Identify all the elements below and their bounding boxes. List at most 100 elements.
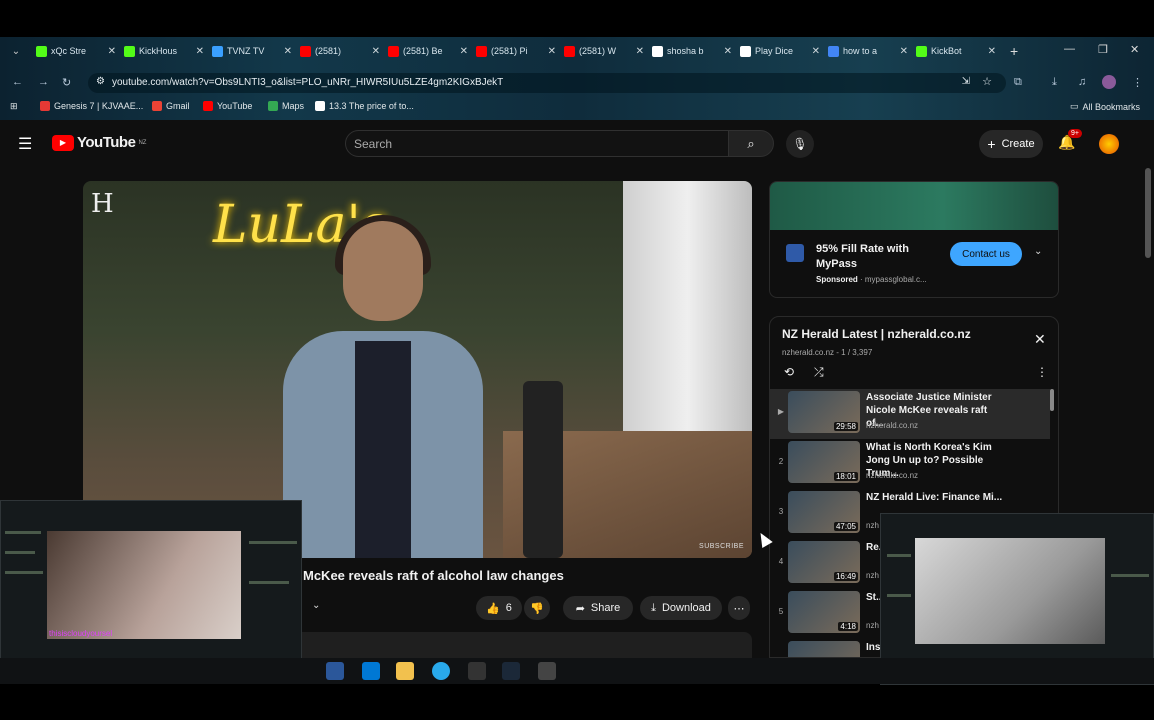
browser-tab[interactable]: how to a ✕: [824, 40, 912, 62]
playlist-item-channel: nzh: [866, 621, 879, 630]
playlist-item-channel: nzherald.co.nz: [866, 471, 919, 480]
hamburger-menu-icon[interactable]: ☰: [18, 134, 32, 154]
tab-favicon-icon: [476, 45, 487, 57]
shuffle-icon[interactable]: ⤮: [814, 365, 824, 380]
ad-expand-icon[interactable]: ⌄: [1034, 246, 1042, 257]
browser-tab[interactable]: (2581) W ✕: [560, 40, 648, 62]
bookmark-item[interactable]: Gmail: [152, 101, 190, 111]
tab-close-icon[interactable]: ✕: [548, 46, 556, 57]
taskbar-calculator-icon[interactable]: [326, 662, 344, 680]
tab-favicon-icon: [300, 45, 311, 57]
loop-icon[interactable]: ⟲: [784, 365, 794, 379]
browser-tab[interactable]: TVNZ TV ✕: [208, 40, 296, 62]
forward-icon[interactable]: →: [38, 76, 49, 88]
browser-tab[interactable]: Play Dice ✕: [736, 40, 824, 62]
tab-close-icon[interactable]: ✕: [108, 46, 116, 57]
tab-title: xQc Stre: [51, 46, 87, 56]
duration-badge: 29:58: [833, 422, 858, 431]
voice-search-button[interactable]: 🎙: [786, 130, 814, 158]
like-button[interactable]: 👍 6: [476, 596, 522, 620]
downloads-icon[interactable]: ⤓: [1052, 76, 1057, 89]
taskbar-pen-icon[interactable]: [468, 662, 486, 680]
close-window-icon[interactable]: ✕: [1130, 43, 1139, 56]
bookmark-item[interactable]: 13.3 The price of to...: [315, 101, 414, 111]
bookmark-item[interactable]: Maps: [268, 101, 304, 111]
youtube-header: ☰ ▶ YouTube NZ Search ⌕ 🎙 + Create 🔔 9+: [0, 120, 1154, 168]
bookmark-item[interactable]: YouTube: [203, 101, 252, 111]
playlist-item[interactable]: ▶ 29:58 Associate Justice Minister Nicole …: [770, 389, 1050, 439]
tab-close-icon[interactable]: ✕: [988, 46, 996, 57]
tab-search-icon[interactable]: ⌄: [0, 46, 32, 57]
tab-close-icon[interactable]: ✕: [724, 46, 732, 57]
reload-icon[interactable]: ↻: [62, 76, 71, 89]
video-title: McKee reveals raft of alcohol law change…: [303, 568, 564, 583]
taskbar-outlook-icon[interactable]: [362, 662, 380, 680]
restore-icon[interactable]: ❐: [1098, 43, 1108, 56]
playlist-menu-icon[interactable]: ⋮: [1036, 365, 1048, 379]
install-icon[interactable]: ⇲: [962, 76, 970, 87]
bookmark-item[interactable]: Genesis 7 | KJVAAE...: [40, 101, 143, 111]
download-button[interactable]: ⤓ Download: [640, 596, 722, 620]
bookmark-favicon-icon: [152, 101, 162, 111]
extensions-icon[interactable]: ⧉: [1014, 76, 1022, 89]
url-text: youtube.com/watch?v=Obs9LNTI3_o&list=PLO…: [112, 77, 504, 88]
browser-tab[interactable]: xQc Stre ✕: [32, 40, 120, 62]
back-icon[interactable]: ←: [12, 76, 23, 88]
browser-tab[interactable]: (2581) ✕: [296, 40, 384, 62]
menu-icon[interactable]: ⋮: [1132, 76, 1143, 89]
browser-tab[interactable]: KickBot ✕: [912, 40, 1000, 62]
taskbar-settings-icon[interactable]: [538, 662, 556, 680]
tab-close-icon[interactable]: ✕: [372, 46, 380, 57]
ad-contact-button[interactable]: Contact us: [950, 242, 1022, 266]
playlist-scrollbar[interactable]: [1050, 389, 1054, 411]
search-input[interactable]: Search: [345, 130, 729, 157]
page-scrollbar[interactable]: [1145, 168, 1151, 258]
browser-tab[interactable]: (2581) Be ✕: [384, 40, 472, 62]
playlist-item[interactable]: 2 18:01 What is North Korea's Kim Jong Un …: [770, 439, 1050, 489]
url-field[interactable]: ⚙ youtube.com/watch?v=Obs9LNTI3_o&list=P…: [88, 73, 1006, 93]
media-icon[interactable]: ♫: [1078, 76, 1086, 88]
more-actions-button[interactable]: ⋯: [728, 596, 750, 620]
account-avatar[interactable]: [1099, 134, 1119, 154]
ad-title[interactable]: 95% Fill Rate with MyPass: [816, 242, 936, 272]
tab-close-icon[interactable]: ✕: [196, 46, 204, 57]
playlist-item-channel: nzherald.co.nz: [866, 421, 919, 430]
all-bookmarks[interactable]: ▭ All Bookmarks: [1070, 101, 1140, 112]
new-tab-button[interactable]: +: [1010, 43, 1018, 59]
duration-badge: 47:05: [833, 522, 858, 531]
notifications-button[interactable]: 🔔 9+: [1058, 129, 1082, 152]
tab-close-icon[interactable]: ✕: [900, 46, 908, 57]
duration-badge: 18:01: [833, 472, 858, 481]
tab-close-icon[interactable]: ✕: [812, 46, 820, 57]
tab-close-icon[interactable]: ✕: [460, 46, 468, 57]
folder-icon: ▭: [1070, 101, 1079, 111]
bookmark-star-icon[interactable]: ☆: [982, 75, 992, 88]
playlist-title[interactable]: NZ Herald Latest | nzherald.co.nz: [782, 327, 971, 341]
subscribe-dropdown-icon[interactable]: ⌄: [312, 600, 320, 611]
taskbar-explorer-icon[interactable]: [396, 662, 414, 680]
taskbar-steam-icon[interactable]: [502, 662, 520, 680]
site-info-icon[interactable]: ⚙: [96, 76, 105, 87]
tab-strip: ⌄ xQc Stre ✕ KickHous ✕ TVNZ TV ✕ (2581) ✕ (2581…: [0, 37, 1154, 65]
minimize-icon[interactable]: —: [1064, 43, 1075, 55]
profile-avatar[interactable]: [1102, 75, 1116, 89]
share-button[interactable]: ➦ Share: [563, 596, 633, 620]
dislike-button[interactable]: 👎: [524, 596, 550, 620]
browser-tab[interactable]: KickHous ✕: [120, 40, 208, 62]
taskbar-telegram-icon[interactable]: [432, 662, 450, 680]
youtube-logo[interactable]: ▶ YouTube NZ: [52, 134, 146, 151]
apps-icon[interactable]: ⊞: [10, 101, 18, 112]
browser-tab[interactable]: shosha b ✕: [648, 40, 736, 62]
search-button[interactable]: ⌕: [728, 130, 774, 157]
tab-close-icon[interactable]: ✕: [636, 46, 644, 57]
close-playlist-icon[interactable]: ✕: [1034, 331, 1046, 348]
subscribe-watermark[interactable]: SUBSCRIBE: [699, 543, 744, 550]
duration-badge: 4:18: [838, 622, 858, 631]
tab-title: (2581) W: [579, 46, 617, 56]
tab-close-icon[interactable]: ✕: [284, 46, 292, 57]
create-button[interactable]: + Create: [979, 130, 1043, 158]
playlist-item-index: 2: [778, 457, 784, 466]
sponsored-ad-card[interactable]: 95% Fill Rate with MyPass Sponsored · my…: [769, 181, 1059, 298]
bookmark-favicon-icon: [203, 101, 213, 111]
browser-tab[interactable]: (2581) Pi ✕: [472, 40, 560, 62]
